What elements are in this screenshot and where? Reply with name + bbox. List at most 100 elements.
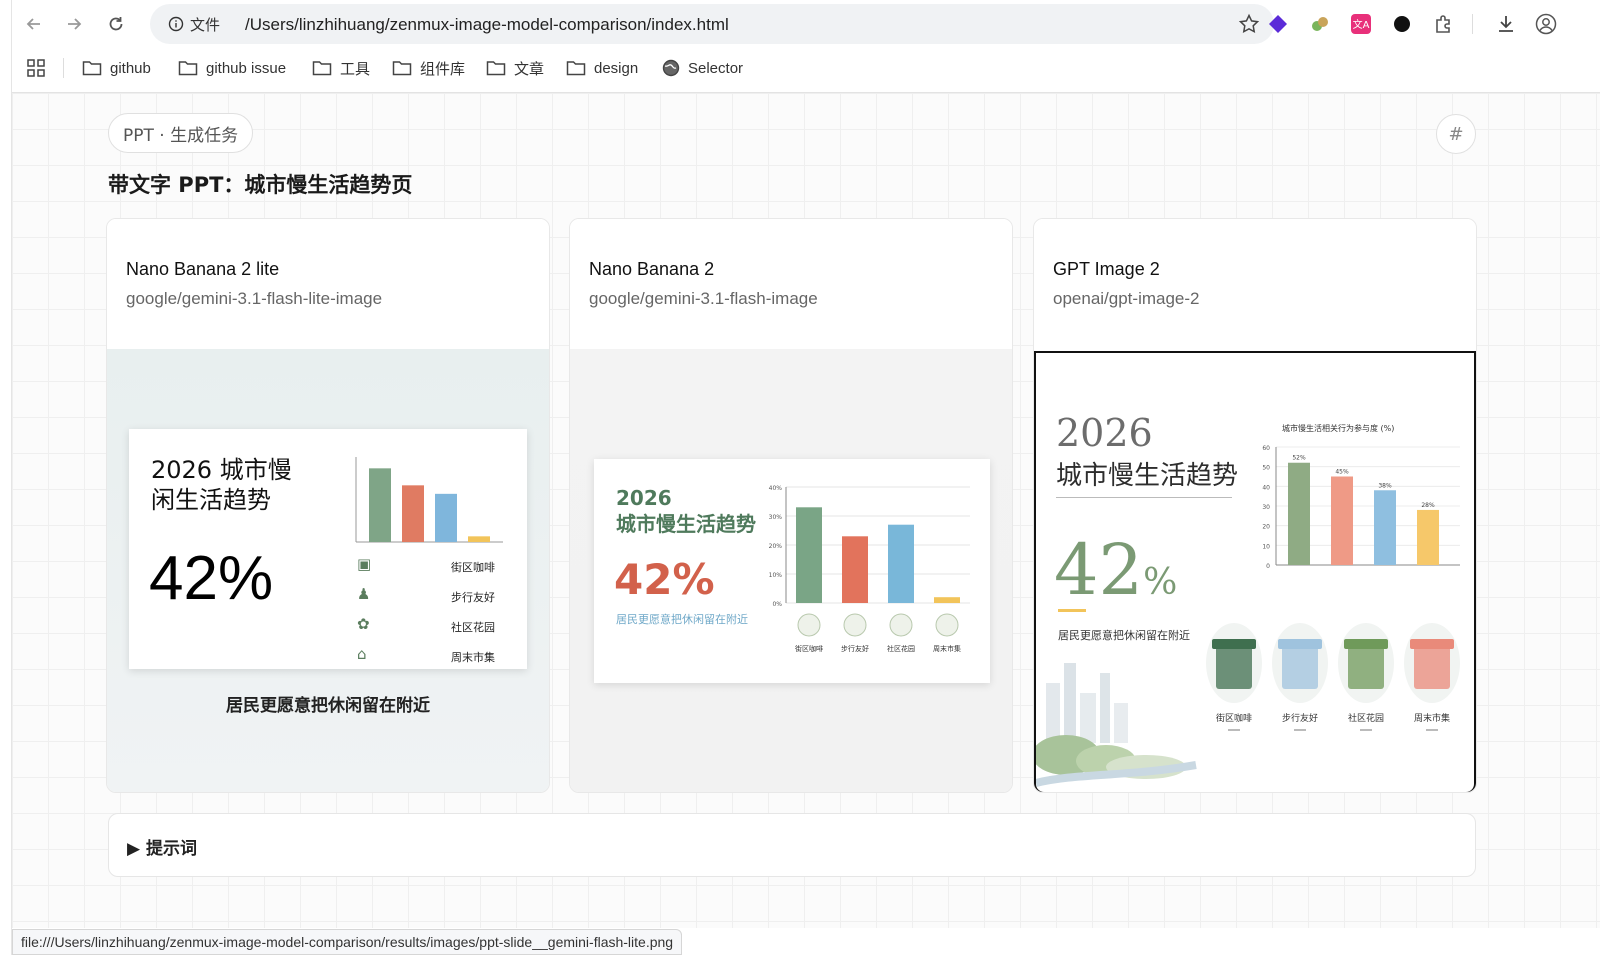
slide-title-line: 城市慢生活趋势 [616,512,756,536]
category-illustration: 街区咖啡 [1204,615,1264,741]
bar [1374,490,1396,565]
model-name: GPT Image 2 [1053,259,1160,279]
x-tick-label: 周末市集 [933,644,961,653]
url-text[interactable]: /Users/linzhihuang/zenmux-image-model-co… [245,15,729,35]
slide-subtitle: 居民更愿意把休闲留在附近 [1058,629,1190,642]
bookmark-divider [63,58,64,78]
category-icon [797,613,821,637]
folder-icon [566,61,586,76]
bar [1417,509,1439,565]
site-info-button[interactable]: 文件 [158,10,230,38]
folder-icon [178,61,198,76]
apps-grid-icon [27,59,45,77]
category-underline [1294,729,1306,731]
extension-button[interactable] [1308,12,1332,36]
folder-icon [392,61,412,76]
extension-button[interactable] [1266,12,1290,36]
folder-icon [312,61,332,76]
prompt-disclosure[interactable]: ▶ 提示词 [108,813,1476,877]
legend-label: 步行友好 [451,591,495,604]
legend-item: ✿ 社区花园 [355,615,505,639]
apps-button[interactable] [26,54,46,82]
anchor-link-button[interactable]: # [1436,114,1476,154]
svg-text:文A: 文A [1353,18,1370,31]
bookmark-item[interactable]: design [566,54,638,82]
profile-icon [1535,13,1557,35]
task-chip: PPT · 生成任务 [108,113,254,153]
slide-title: 2026 城市慢生活趋势 [616,485,756,537]
slide-subtitle: 居民更愿意把休闲留在附近 [616,613,748,626]
extension-button[interactable] [1390,12,1414,36]
bar [402,485,424,542]
bookmark-item[interactable]: Selector [662,54,743,82]
arrow-left-icon [26,18,40,30]
downloads-button[interactable] [1494,12,1518,36]
title-divider [1056,497,1232,498]
slide-preview: 2026 城市慢 闲生活趋势 42% ▣ 街区咖啡 ♟ 步行友好 ✿ 社区花园 ⌂ 周末市集 [129,429,527,669]
y-tick-label: 10% [769,572,783,579]
legend-label: 周末市集 [451,651,495,664]
address-bar[interactable]: 文件 /Users/linzhihuang/zenmux-image-model… [150,4,1274,44]
window-edge [0,0,12,974]
model-card: Nano Banana 2 lite google/gemini-3.1-fla… [106,218,550,793]
bar [435,493,457,542]
info-icon [168,16,184,32]
legend-label: 社区花园 [451,621,495,634]
bookmark-item[interactable]: 文章 [486,54,544,82]
bar [1331,476,1353,565]
extension-button[interactable]: 文A [1349,12,1373,36]
slide-title-line: 2026 城市慢 [151,456,292,484]
category-scene-icon [1404,623,1460,703]
slide-year: 2026 [616,486,672,510]
page-content: PPT · 生成任务 # 带文字 PPT：城市慢生活趋势页 Nano Banan… [12,93,1600,928]
category-underline [1426,729,1438,731]
bookmark-item[interactable]: 组件库 [392,54,465,82]
model-name: Nano Banana 2 [589,259,715,279]
legend-icon: ⌂ [357,645,367,663]
prompt-toggle-label: ▶ 提示词 [127,839,197,859]
dot-extension-icon [1394,16,1410,32]
bar [1288,462,1310,565]
reload-button[interactable] [102,10,130,38]
category-label: 周末市集 [1413,714,1450,724]
x-tick-label: 社区花园 [887,644,915,653]
category-illustrations: 街区咖啡 步行友好 社区花园 周末市集 [1196,615,1466,741]
extensions-menu-button[interactable] [1432,12,1456,36]
arrow-right-icon [68,18,82,30]
category-icon [843,613,867,637]
bar [934,597,960,603]
reload-icon [109,17,123,31]
bar [796,507,822,603]
forward-button[interactable] [60,10,88,38]
big-stat-number: 42 [1054,529,1144,611]
category-illustration: 社区花园 [1336,615,1396,741]
y-tick-label: 60 [1262,445,1270,452]
x-tick-label: 街区咖啡 [795,644,823,653]
category-scene-icon [1206,623,1262,703]
page-title: 带文字 PPT：城市慢生活趋势页 [108,173,413,197]
card-header: Nano Banana 2 lite google/gemini-3.1-fla… [107,219,549,349]
slide-preview: 2026 城市慢生活趋势 42% 居民更愿意把休闲留在附近 40% 30% 20% 1… [594,459,990,683]
bookmark-item[interactable]: 工具 [312,54,370,82]
folder-icon [82,61,102,76]
result-image-area[interactable]: 2026 城市慢 闲生活趋势 42% ▣ 街区咖啡 ♟ 步行友好 ✿ 社区花园 ⌂ 周末市集 … [107,349,549,792]
slide-bar-chart: 60 50 40 30 20 10 0 52% 45% 38% 28% [1262,445,1460,570]
y-tick-label: 40% [769,485,783,492]
legend-item: ⌂ 周末市集 [355,645,505,669]
bookmark-star-icon[interactable] [1238,13,1260,35]
x-tick-label: 步行友好 [841,644,869,653]
result-image-area[interactable]: 2026 城市慢生活趋势 42% 居民更愿意把休闲留在附近 40% 30% 20% 1… [570,349,1012,792]
slide-caption: 居民更愿意把休闲留在附近 [226,696,430,716]
bookmark-label: 组件库 [420,60,466,78]
profile-button[interactable] [1534,12,1558,36]
bookmark-item[interactable]: github issue [178,54,286,82]
bar [888,524,914,603]
result-image-area-selected[interactable]: 2026 城市慢生活趋势 42% 居民更愿意把休闲留在附近 城市慢生活相关行为参… [1034,351,1476,792]
back-button[interactable] [20,10,48,38]
bookmark-item[interactable]: github [82,54,151,82]
bookmark-label: github [110,59,151,77]
slide-big-stat: 42% [1054,529,1177,611]
model-name: Nano Banana 2 lite [126,259,280,279]
bookmark-label: Selector [688,59,744,77]
category-label: 社区花园 [1347,714,1384,724]
